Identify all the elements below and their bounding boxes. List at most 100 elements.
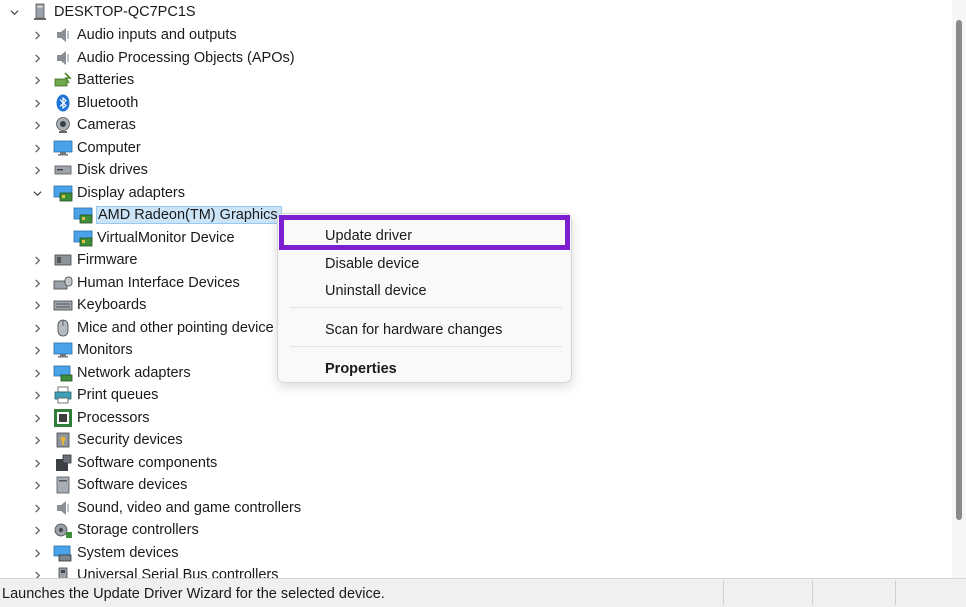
computer-icon: [30, 3, 50, 21]
tree-item-security-devices[interactable]: Security devices: [31, 429, 183, 451]
chevron-right-icon[interactable]: [31, 277, 43, 289]
chevron-right-icon[interactable]: [31, 97, 43, 109]
tree-item-label: Audio Processing Objects (APOs): [77, 50, 295, 66]
tree-item-sound-video-game[interactable]: Sound, video and game controllers: [31, 497, 301, 519]
status-bar-text: Launches the Update Driver Wizard for th…: [2, 586, 385, 602]
chevron-down-icon[interactable]: [31, 187, 43, 199]
tree-item-audio-inputs[interactable]: Audio inputs and outputs: [31, 24, 237, 46]
status-bar-divider: [895, 581, 896, 605]
tree-item-label: Processors: [77, 410, 150, 426]
tree-item-label: Keyboards: [77, 297, 147, 313]
chevron-right-icon[interactable]: [31, 344, 43, 356]
security-icon: [53, 431, 73, 449]
menu-item-properties[interactable]: Properties: [325, 361, 397, 377]
chevron-right-icon[interactable]: [31, 322, 43, 334]
tree-item-usb-controllers[interactable]: Universal Serial Bus controllers: [31, 564, 278, 578]
tree-item-monitors[interactable]: Monitors: [31, 339, 133, 361]
speaker-icon: [53, 499, 73, 517]
chevron-right-icon[interactable]: [31, 434, 43, 446]
tree-item-software-devices[interactable]: Software devices: [31, 474, 187, 496]
chevron-right-icon[interactable]: [31, 254, 43, 266]
menu-item-scan-hardware[interactable]: Scan for hardware changes: [325, 322, 502, 338]
tree-item-display-adapters[interactable]: Display adapters: [31, 182, 185, 204]
storage-icon: [53, 521, 73, 539]
chevron-right-icon[interactable]: [31, 164, 43, 176]
processor-icon: [53, 409, 73, 427]
camera-icon: [53, 116, 73, 134]
status-bar-divider: [723, 581, 724, 605]
tree-item-bluetooth[interactable]: Bluetooth: [31, 92, 138, 114]
menu-separator: [290, 307, 562, 308]
tree-item-label: Network adapters: [77, 365, 191, 381]
keyboard-icon: [53, 296, 73, 314]
display-adapter-icon: [53, 184, 73, 202]
tree-item-label: Sound, video and game controllers: [77, 500, 302, 516]
battery-icon: [53, 71, 73, 89]
tree-item-batteries[interactable]: Batteries: [31, 69, 134, 91]
status-bar-divider: [812, 581, 813, 605]
chevron-right-icon[interactable]: [31, 142, 43, 154]
chevron-right-icon[interactable]: [31, 389, 43, 401]
tree-item-label: Batteries: [77, 72, 135, 88]
tree-item-disk-drives[interactable]: Disk drives: [31, 159, 148, 181]
chevron-right-icon[interactable]: [31, 299, 43, 311]
tree-item-label: Software devices: [77, 477, 188, 493]
chevron-right-icon[interactable]: [31, 547, 43, 559]
tree-item-label: Print queues: [77, 387, 159, 403]
monitor-icon: [53, 139, 73, 157]
tree-item-storage-controllers[interactable]: Storage controllers: [31, 519, 199, 541]
tree-item-label: Monitors: [77, 342, 133, 358]
chevron-down-icon[interactable]: [8, 6, 20, 18]
software-device-icon: [53, 476, 73, 494]
menu-item-uninstall-device[interactable]: Uninstall device: [325, 283, 427, 299]
chevron-right-icon[interactable]: [31, 29, 43, 41]
tree-item-computer[interactable]: Computer: [31, 137, 141, 159]
tree-device-virtualmonitor[interactable]: VirtualMonitor Device: [73, 227, 235, 249]
chevron-right-icon[interactable]: [31, 119, 43, 131]
disk-drive-icon: [53, 161, 73, 179]
tree-item-print-queues[interactable]: Print queues: [31, 384, 158, 406]
tree-item-network-adapters[interactable]: Network adapters: [31, 362, 191, 384]
chevron-right-icon[interactable]: [31, 569, 43, 578]
tree-item-apos[interactable]: Audio Processing Objects (APOs): [31, 47, 295, 69]
vertical-scrollbar[interactable]: [952, 0, 966, 578]
scrollbar-thumb[interactable]: [956, 20, 962, 520]
chevron-right-icon[interactable]: [31, 479, 43, 491]
status-bar: Launches the Update Driver Wizard for th…: [0, 578, 966, 607]
chevron-right-icon[interactable]: [31, 412, 43, 424]
tree-item-keyboards[interactable]: Keyboards: [31, 294, 146, 316]
tree-item-label: Security devices: [77, 432, 183, 448]
chevron-right-icon[interactable]: [31, 367, 43, 379]
tree-item-software-components[interactable]: Software components: [31, 452, 217, 474]
mouse-icon: [53, 319, 73, 337]
update-driver-highlight-box: [279, 215, 570, 250]
bluetooth-icon: [53, 94, 73, 112]
system-icon: [53, 544, 73, 562]
tree-root[interactable]: DESKTOP-QC7PC1S: [8, 1, 196, 23]
tree-item-system-devices[interactable]: System devices: [31, 542, 179, 564]
chevron-right-icon[interactable]: [31, 524, 43, 536]
tree-item-processors[interactable]: Processors: [31, 407, 150, 429]
menu-item-disable-device[interactable]: Disable device: [325, 256, 419, 272]
tree-item-hid[interactable]: Human Interface Devices: [31, 272, 240, 294]
tree-root-label: DESKTOP-QC7PC1S: [54, 4, 196, 20]
tree-item-cameras[interactable]: Cameras: [31, 114, 136, 136]
tree-item-label: Storage controllers: [77, 522, 199, 538]
chevron-right-icon[interactable]: [31, 74, 43, 86]
chevron-right-icon[interactable]: [31, 52, 43, 64]
tree-device-amd-radeon[interactable]: AMD Radeon(TM) Graphics: [73, 204, 282, 226]
chevron-right-icon[interactable]: [31, 502, 43, 514]
chevron-right-icon[interactable]: [31, 457, 43, 469]
hid-icon: [53, 274, 73, 292]
network-icon: [53, 364, 73, 382]
tree-item-label: Disk drives: [77, 162, 148, 178]
menu-separator: [290, 346, 562, 347]
tree-item-label: Computer: [77, 140, 141, 156]
tree-item-firmware[interactable]: Firmware: [31, 249, 137, 271]
software-component-icon: [53, 454, 73, 472]
speaker-icon: [53, 49, 73, 67]
tree-item-label: Mice and other pointing device: [77, 320, 274, 336]
tree-item-mice[interactable]: Mice and other pointing device: [31, 317, 274, 339]
usb-icon: [53, 566, 73, 578]
speaker-icon: [53, 26, 73, 44]
